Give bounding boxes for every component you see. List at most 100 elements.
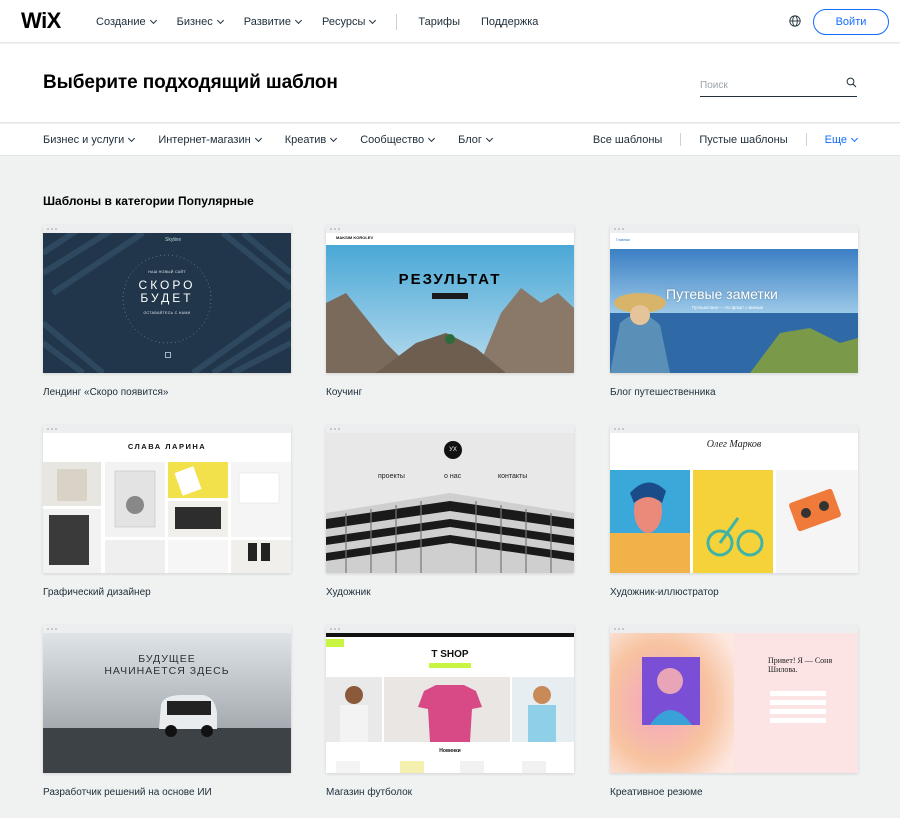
- browser-chrome: [43, 225, 291, 233]
- template-card-graphic-designer[interactable]: СЛАВА ЛАРИНА Графический дизайнер: [43, 425, 291, 598]
- wix-logo[interactable]: WiX: [21, 9, 61, 33]
- template-card-creative-resume[interactable]: Привет! Я — Соня Шилова. Креативное резю…: [610, 625, 858, 798]
- template-card-tshirt-shop[interactable]: T SHOP Новинки Магазин футболок: [326, 625, 574, 798]
- category-label: Креатив: [284, 133, 327, 146]
- category-label: Сообщество: [360, 133, 425, 146]
- template-preview: T SHOP Новинки: [326, 633, 574, 773]
- template-name: Коучинг: [326, 387, 363, 398]
- template-card-ai-developer[interactable]: БУДУЩЕЕ НАЧИНАЕТСЯ ЗДЕСЬ Разработчик реш…: [43, 625, 291, 798]
- browser-chrome: [610, 425, 858, 433]
- template-thumbnail[interactable]: СЛАВА ЛАРИНА: [43, 425, 291, 573]
- search-input[interactable]: [700, 76, 840, 95]
- nav-item-resources[interactable]: Ресурсы: [322, 15, 377, 28]
- browser-chrome: [326, 625, 574, 633]
- template-subtitle: НАШ НОВЫЙ САЙТ: [148, 270, 186, 274]
- section-title: Шаблоны в категории Популярные: [43, 194, 254, 208]
- category-community[interactable]: Сообщество: [360, 133, 436, 146]
- template-thumbnail[interactable]: БУДУЩЕЕ НАЧИНАЕТСЯ ЗДЕСЬ: [43, 625, 291, 773]
- nav-link-support[interactable]: Поддержка: [481, 16, 538, 28]
- divider: [680, 133, 682, 146]
- nav-item-label: Развитие: [243, 15, 292, 28]
- template-thumbnail[interactable]: Олег Марков: [610, 425, 858, 573]
- template-thumbnail[interactable]: Skyline НАШ НОВЫЙ САЙТ СКОРО БУДЕТ ОСТАВ…: [43, 225, 291, 373]
- category-creative[interactable]: Креатив: [284, 133, 338, 146]
- chevron-down-icon: [295, 16, 303, 24]
- blank-templates-link[interactable]: Пустые шаблоны: [699, 134, 787, 146]
- main-nav: Создание Бизнес Развитие Ресурсы Тарифы …: [96, 0, 559, 43]
- nav-item-label: Бизнес: [176, 15, 213, 28]
- template-preview: Привет! Я — Соня Шилова.: [610, 633, 858, 773]
- more-label: Еще: [824, 133, 847, 146]
- template-preview: Олег Марков: [610, 433, 858, 573]
- divider: [805, 133, 807, 146]
- travel-image: [610, 233, 858, 373]
- template-name: Графический дизайнер: [43, 587, 151, 598]
- nav-item-growth[interactable]: Развитие: [243, 15, 303, 28]
- blog-nav: Главная: [616, 238, 630, 242]
- template-card-travel-blog[interactable]: Главная Путевые заметки Путешествия — эт…: [610, 225, 858, 398]
- chevron-down-icon: [149, 16, 157, 24]
- login-button[interactable]: Войти: [813, 9, 889, 35]
- template-card-artist[interactable]: УХ проекты о нас контакты Художник: [326, 425, 574, 598]
- cta-button: [432, 293, 468, 299]
- template-name: Лендинг «Скоро появится»: [43, 387, 169, 398]
- chevron-down-icon: [850, 134, 859, 142]
- template-thumbnail[interactable]: УХ проекты о нас контакты: [326, 425, 574, 573]
- template-caption: ОСТАВАЙТЕСЬ С НАМИ: [143, 311, 191, 315]
- top-navigation: WiX Создание Бизнес Развитие Ресурсы Тар…: [0, 0, 900, 43]
- nav-link-pricing[interactable]: Тарифы: [418, 16, 460, 28]
- template-preview: БУДУЩЕЕ НАЧИНАЕТСЯ ЗДЕСЬ: [43, 633, 291, 773]
- nav-divider: [396, 13, 398, 30]
- chevron-down-icon: [369, 16, 377, 24]
- nav-item-label: Ресурсы: [322, 15, 366, 28]
- mountain-image: [326, 233, 574, 373]
- nav-item-label: Создание: [96, 15, 146, 28]
- template-headline: Привет! Я — Соня Шилова.: [768, 656, 833, 674]
- template-name: Художник-иллюстратор: [610, 587, 719, 598]
- page-title: Выберите подходящий шаблон: [43, 72, 338, 93]
- template-name: Магазин футболок: [326, 787, 413, 798]
- category-label: Блог: [458, 133, 482, 146]
- category-links: Все шаблоны Пустые шаблоны Еще: [593, 124, 859, 155]
- search-field: [700, 75, 857, 97]
- template-headline: БУДУЩЕЕ НАЧИНАЕТСЯ ЗДЕСЬ: [104, 653, 230, 677]
- category-bar: Бизнес и услуги Интернет-магазин Креатив…: [0, 124, 900, 156]
- promo-banner: [429, 663, 471, 668]
- portfolio-grid: [43, 462, 291, 573]
- template-preview: Skyline НАШ НОВЫЙ САЙТ СКОРО БУДЕТ ОСТАВ…: [43, 233, 291, 373]
- more-dropdown[interactable]: Еще: [824, 133, 859, 146]
- chevron-down-icon: [254, 134, 262, 142]
- template-thumbnail[interactable]: Главная Путевые заметки Путешествия — эт…: [610, 225, 858, 373]
- template-card-coaching[interactable]: MAKSIM KOROLEV РЕЗУЛЬТАТ Коучинг: [326, 225, 574, 398]
- template-name: Креативное резюме: [610, 787, 703, 798]
- template-card-coming-soon[interactable]: Skyline НАШ НОВЫЙ САЙТ СКОРО БУДЕТ ОСТАВ…: [43, 225, 291, 398]
- template-thumbnail[interactable]: T SHOP Новинки: [326, 625, 574, 773]
- page-header: Выберите подходящий шаблон: [0, 44, 900, 123]
- globe-icon[interactable]: [789, 15, 801, 27]
- template-name: Разработчик решений на основе ИИ: [43, 787, 212, 798]
- all-templates-link[interactable]: Все шаблоны: [593, 134, 662, 146]
- chevron-down-icon: [216, 16, 224, 24]
- category-label: Интернет-магазин: [158, 133, 251, 146]
- template-card-illustrator[interactable]: Олег Марков Художник-иллюстратор: [610, 425, 858, 598]
- category-filters: Бизнес и услуги Интернет-магазин Креатив…: [43, 124, 516, 155]
- template-name: Художник: [326, 587, 371, 598]
- template-thumbnail[interactable]: MAKSIM KOROLEV РЕЗУЛЬТАТ: [326, 225, 574, 373]
- search-icon[interactable]: [846, 77, 857, 88]
- template-preview: Главная Путевые заметки Путешествия — эт…: [610, 233, 858, 373]
- scroll-icon: [165, 352, 171, 358]
- browser-chrome: [326, 225, 574, 233]
- template-name: Блог путешественника: [610, 387, 716, 398]
- resume-image: [610, 633, 858, 773]
- nav-item-create[interactable]: Создание: [96, 15, 157, 28]
- chevron-down-icon: [428, 134, 436, 142]
- nav-item-business[interactable]: Бизнес: [176, 15, 224, 28]
- category-store[interactable]: Интернет-магазин: [158, 133, 262, 146]
- browser-chrome: [610, 625, 858, 633]
- template-brand: MAKSIM KOROLEV: [336, 235, 374, 240]
- category-business[interactable]: Бизнес и услуги: [43, 134, 136, 146]
- browser-chrome: [43, 425, 291, 433]
- template-thumbnail[interactable]: Привет! Я — Соня Шилова.: [610, 625, 858, 773]
- template-headline: Путевые заметки: [666, 286, 778, 302]
- category-blog[interactable]: Блог: [458, 133, 493, 146]
